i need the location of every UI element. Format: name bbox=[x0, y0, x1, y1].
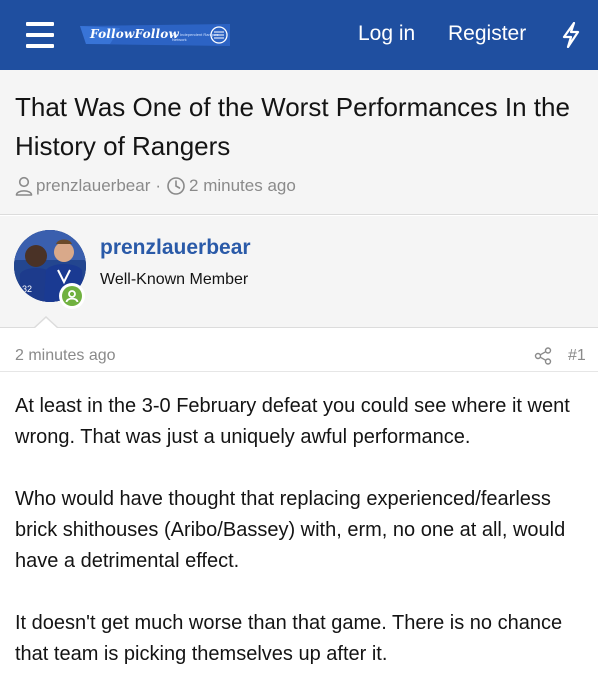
online-status-icon bbox=[59, 283, 85, 309]
post-number-link[interactable]: #1 bbox=[568, 347, 586, 365]
post-body: At least in the 3-0 February defeat you … bbox=[15, 391, 590, 680]
post-author-block: 32 prenzlauerbear Well-Known Member bbox=[0, 216, 598, 329]
share-icon[interactable] bbox=[534, 347, 552, 365]
thread-header: That Was One of the Worst Performances I… bbox=[0, 70, 598, 215]
thread-meta: prenzlauerbear · 2 minutes ago bbox=[15, 176, 296, 196]
logo-text: FollowFollow bbox=[90, 27, 180, 41]
author-name-link[interactable]: prenzlauerbear bbox=[100, 236, 251, 260]
post-paragraph: It doesn't get much worse than that game… bbox=[15, 612, 563, 665]
login-link[interactable]: Log in bbox=[358, 22, 415, 46]
site-logo[interactable]: FollowFollow The Independent Rangers Net… bbox=[80, 24, 230, 46]
svg-text:32: 32 bbox=[22, 284, 32, 294]
top-navigation-bar: FollowFollow The Independent Rangers Net… bbox=[0, 0, 598, 70]
author-role: Well-Known Member bbox=[100, 271, 249, 288]
post-meta-row: 2 minutes ago #1 bbox=[0, 330, 598, 372]
clock-icon bbox=[167, 177, 185, 195]
register-link[interactable]: Register bbox=[448, 22, 526, 46]
post-time-link[interactable]: 2 minutes ago bbox=[15, 347, 116, 365]
meta-separator: · bbox=[155, 176, 162, 195]
user-icon bbox=[15, 176, 33, 196]
hamburger-icon[interactable] bbox=[26, 22, 54, 48]
bolt-icon[interactable] bbox=[560, 22, 582, 48]
thread-title: That Was One of the Worst Performances I… bbox=[15, 92, 570, 161]
post-paragraph: Who would have thought that replacing ex… bbox=[15, 488, 566, 572]
thread-time[interactable]: 2 minutes ago bbox=[189, 176, 296, 196]
post-paragraph: At least in the 3-0 February defeat you … bbox=[15, 395, 570, 448]
thread-author-link[interactable]: prenzlauerbear bbox=[36, 176, 150, 196]
logo-tagline: The Independent Rangers Network bbox=[172, 32, 219, 42]
speech-arrow bbox=[34, 318, 58, 329]
